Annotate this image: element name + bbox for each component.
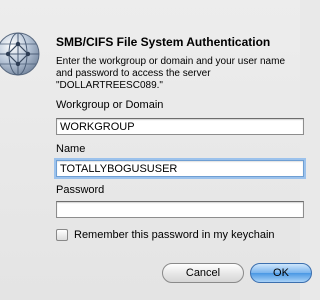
workgroup-label: Workgroup or Domain bbox=[56, 99, 164, 111]
name-field[interactable]: TOTALLYBOGUSUSER bbox=[56, 160, 304, 177]
cancel-button[interactable]: Cancel bbox=[162, 263, 244, 283]
password-field[interactable] bbox=[56, 201, 304, 218]
auth-dialog: SMB/CIFS File System Authentication Ente… bbox=[0, 0, 312, 300]
workgroup-field[interactable]: WORKGROUP bbox=[56, 118, 304, 135]
remember-label: Remember this password in my keychain bbox=[74, 229, 275, 241]
name-label: Name bbox=[56, 143, 86, 155]
remember-checkbox[interactable] bbox=[56, 229, 68, 241]
ok-button[interactable]: OK bbox=[250, 263, 312, 283]
dialog-title: SMB/CIFS File System Authentication bbox=[56, 35, 271, 49]
network-globe-icon bbox=[0, 30, 42, 78]
remember-row[interactable]: Remember this password in my keychain bbox=[56, 229, 275, 241]
password-label: Password bbox=[56, 184, 105, 196]
dialog-description: Enter the workgroup or domain and your u… bbox=[56, 56, 286, 91]
